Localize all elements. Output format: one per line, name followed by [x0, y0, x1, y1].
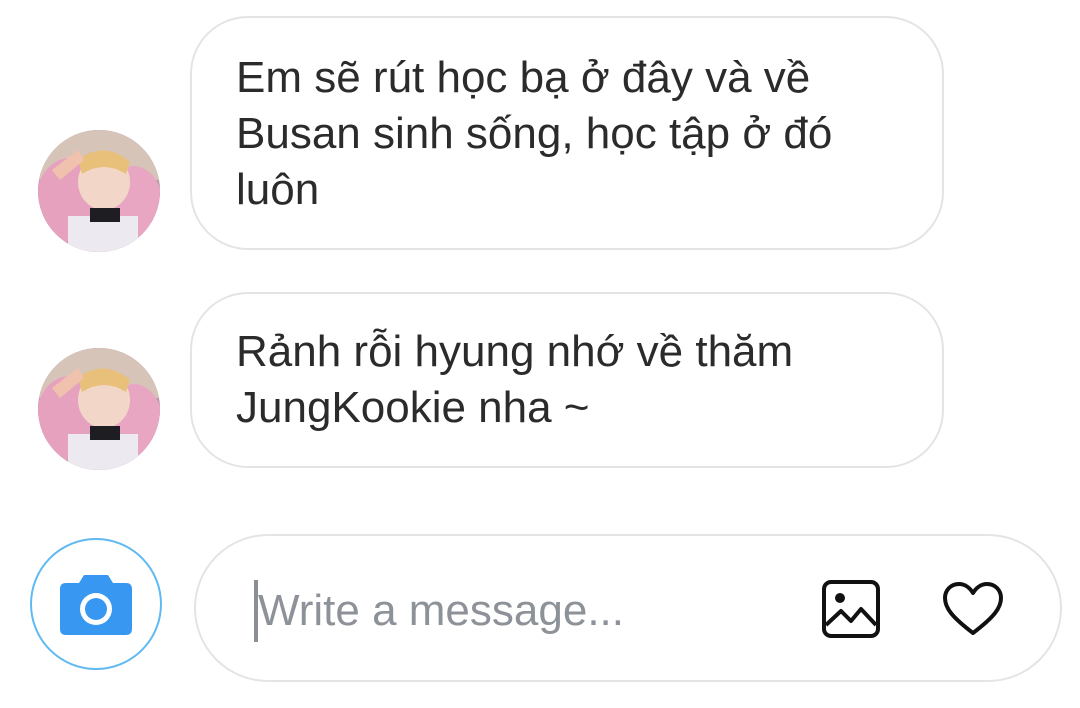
message-composer — [0, 530, 1080, 690]
message-bubble[interactable]: Em sẽ rút học bạ ở đây và về Busan sinh … — [190, 16, 944, 250]
sender-avatar[interactable] — [38, 130, 160, 252]
heart-icon — [943, 582, 1003, 635]
message-bubble[interactable]: Rảnh rỗi hyung nhớ về thăm JungKookie nh… — [190, 292, 944, 468]
camera-button[interactable] — [30, 538, 162, 670]
image-gallery-icon — [822, 580, 880, 638]
message-text: Rảnh rỗi hyung nhớ về thăm JungKookie nh… — [236, 327, 794, 432]
message-input-container — [194, 534, 1062, 682]
message-input[interactable] — [258, 580, 798, 642]
avatar-image — [38, 130, 160, 252]
gallery-button[interactable] — [818, 576, 884, 642]
sender-avatar[interactable] — [38, 348, 160, 470]
message-text: Em sẽ rút học bạ ở đây và về Busan sinh … — [236, 53, 833, 214]
camera-icon — [60, 575, 132, 635]
avatar-image — [38, 348, 160, 470]
like-button[interactable] — [940, 576, 1006, 642]
